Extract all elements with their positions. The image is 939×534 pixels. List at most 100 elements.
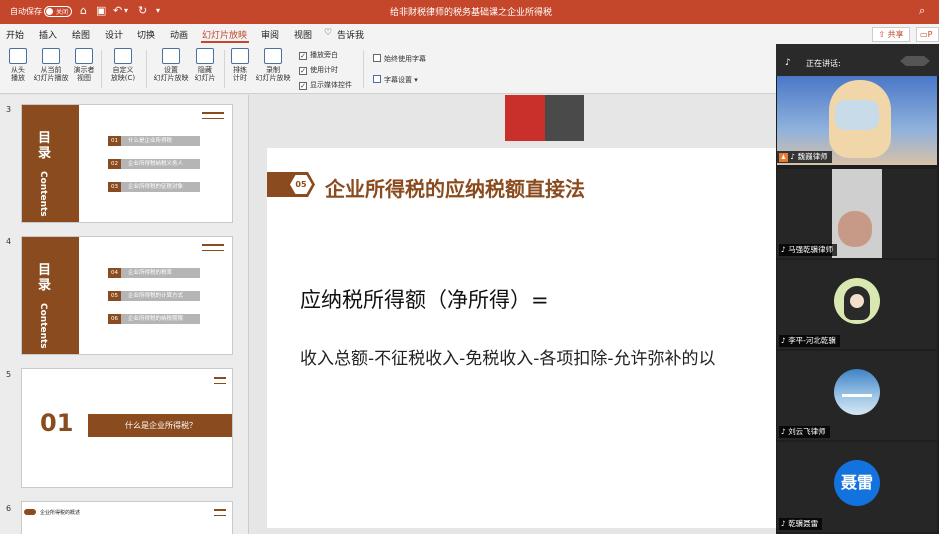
from-current-button[interactable]: 从当前 幻灯片播放 bbox=[32, 48, 70, 82]
tab-insert[interactable]: 插入 bbox=[39, 28, 57, 41]
chevron-down-icon: ▾ bbox=[414, 76, 418, 84]
checkmark-icon: ✓ bbox=[299, 52, 307, 60]
thumb-subheading: Contents bbox=[38, 171, 48, 217]
slide-thumbnail-panel[interactable]: 3 目录 Contents 01 什么是企业所得税 02 企业所得税纳税义务人 03… bbox=[0, 95, 249, 534]
custom-show-line1: 自定义 bbox=[112, 66, 134, 74]
always-subtitles-checkbox[interactable]: 始终使用字幕 bbox=[373, 54, 426, 64]
video-tile[interactable]: ♪ 李平-河北乾骥 bbox=[777, 260, 937, 349]
video-tile[interactable]: ♪ 马强乾骥律师 bbox=[777, 169, 937, 258]
more-icon[interactable]: ▾ bbox=[156, 4, 160, 18]
slide-thumbnail-5[interactable]: 01 什么是企业所得税？ bbox=[21, 368, 233, 488]
comments-button[interactable]: ▭P bbox=[916, 27, 939, 42]
play-narration-checkbox[interactable]: ✓ 播放旁白 bbox=[299, 50, 338, 60]
tab-review[interactable]: 审阅 bbox=[261, 28, 279, 41]
toggle-knob bbox=[46, 8, 53, 15]
formula-heading[interactable]: 应纳税所得额（净所得）= bbox=[300, 284, 549, 314]
participant-label: ♟ ♪ 魏巍律师 bbox=[777, 151, 832, 163]
thumb-side-band: 目录 Contents bbox=[22, 105, 79, 222]
formula-body[interactable]: 收入总额-不征税收入-免税收入-各项扣除-允许弥补的以 bbox=[300, 344, 716, 369]
tab-animations[interactable]: 动画 bbox=[170, 28, 188, 41]
section-number: 01 bbox=[40, 409, 74, 437]
media-controls-checkbox[interactable]: ✓ 显示媒体控件 bbox=[299, 80, 352, 90]
home-icon[interactable]: ⌂ bbox=[80, 4, 87, 18]
video-tile[interactable]: 聂雷 ♪ 乾骥聂雷 bbox=[777, 442, 937, 532]
video-tile[interactable]: ♟ ♪ 魏巍律师 bbox=[777, 76, 937, 165]
tab-design[interactable]: 设计 bbox=[105, 28, 123, 41]
participant-name: 魏巍律师 bbox=[797, 152, 828, 161]
undo-dropdown-icon[interactable]: ▾ bbox=[124, 4, 128, 18]
presenter-view-button[interactable]: 演示者 视图 bbox=[72, 48, 96, 82]
comment-label: P bbox=[927, 30, 933, 39]
speaking-label: 正在讲话: bbox=[806, 59, 841, 68]
subtitle-icon bbox=[373, 75, 381, 83]
setup-line1: 设置 bbox=[164, 66, 178, 74]
section-title-bar: 什么是企业所得税？ bbox=[88, 414, 232, 437]
participant-face bbox=[838, 211, 872, 247]
undo-icon[interactable]: ↶ bbox=[113, 4, 122, 18]
slide-thumbnail-6[interactable]: 企业所得税的概述 bbox=[21, 501, 233, 534]
slide-title[interactable]: 企业所得税的应纳税额直接法 bbox=[325, 173, 585, 202]
tab-draw[interactable]: 绘图 bbox=[72, 28, 90, 41]
from-current-line1: 从当前 bbox=[40, 66, 62, 74]
tab-view[interactable]: 视图 bbox=[294, 28, 312, 41]
thumb-heading: 目录 bbox=[38, 263, 52, 293]
record-line1: 录制 bbox=[266, 66, 280, 74]
toc-item: 04 企业所得税的税率 bbox=[108, 268, 200, 278]
subtitle-settings-label: 字幕设置 bbox=[384, 76, 412, 84]
view-switch-icon[interactable] bbox=[900, 56, 930, 66]
tab-home[interactable]: 开始 bbox=[6, 28, 24, 41]
rehearse-line2: 计时 bbox=[233, 74, 247, 82]
share-button[interactable]: ⇧ 共享 bbox=[872, 27, 910, 42]
redo-icon[interactable]: ↻ bbox=[138, 4, 147, 18]
hide-slide-button[interactable]: 隐藏 幻灯片 bbox=[192, 48, 218, 82]
active-tab-indicator bbox=[201, 41, 249, 43]
record-show-button[interactable]: 录制 幻灯片放映 bbox=[254, 48, 292, 82]
setup-icon bbox=[162, 48, 180, 64]
lightbulb-icon: ♡ bbox=[324, 28, 333, 38]
slide-thumbnail-4[interactable]: 目录 Contents 04 企业所得税的税率 05 企业所得税的计算方式 06 企业… bbox=[21, 236, 233, 355]
participant-name: 李平-河北乾骥 bbox=[788, 336, 836, 345]
use-timings-checkbox[interactable]: ✓ 使用计时 bbox=[299, 65, 338, 75]
setup-show-button[interactable]: 设置 幻灯片放映 bbox=[152, 48, 190, 82]
from-start-line2: 播放 bbox=[11, 74, 25, 82]
avatar bbox=[834, 278, 880, 324]
logo-icon bbox=[202, 112, 224, 119]
mic-icon: ♪ bbox=[785, 58, 791, 68]
from-start-button[interactable]: 从头 播放 bbox=[6, 48, 30, 82]
slide-editor[interactable]: 05 企业所得税的应纳税额直接法 应纳税所得额（净所得）= 收入总额-不征税收入… bbox=[250, 95, 776, 534]
avatar: 聂雷 bbox=[834, 460, 880, 506]
slide-thumbnail-3[interactable]: 目录 Contents 01 什么是企业所得税 02 企业所得税纳税义务人 03 企业… bbox=[21, 104, 233, 223]
share-icon: ⇧ bbox=[878, 30, 886, 39]
search-icon[interactable]: ⌕ bbox=[919, 4, 925, 18]
rehearse-timings-button[interactable]: 排练 计时 bbox=[229, 48, 251, 82]
participant-name: 马强乾骥律师 bbox=[788, 245, 834, 254]
participant-label: ♪ 马强乾骥律师 bbox=[779, 244, 838, 256]
participant-label: ♪ 刘云飞律师 bbox=[779, 426, 830, 438]
current-slide[interactable]: 05 企业所得税的应纳税额直接法 应纳税所得额（净所得）= 收入总额-不征税收入… bbox=[267, 148, 776, 528]
play-icon bbox=[9, 48, 27, 64]
rehearse-line1: 排练 bbox=[233, 66, 247, 74]
thumb-subheading: Contents bbox=[38, 303, 48, 349]
save-icon[interactable]: ▣ bbox=[96, 4, 106, 18]
autosave-state: 关闭 bbox=[56, 9, 69, 16]
slide-number: 3 bbox=[6, 105, 12, 114]
tell-me-search[interactable]: 告诉我 bbox=[337, 28, 364, 41]
hide-line1: 隐藏 bbox=[198, 66, 212, 74]
thumb-header-text: 企业所得税的概述 bbox=[40, 510, 81, 516]
toc-item: 06 企业所得税的纳税期限 bbox=[108, 314, 200, 324]
autosave-label: 自动保存 bbox=[10, 7, 42, 16]
record-line2: 幻灯片放映 bbox=[255, 74, 291, 82]
ribbon-divider bbox=[146, 50, 147, 88]
video-tile[interactable]: ♪ 刘云飞律师 bbox=[777, 351, 937, 440]
tab-slideshow[interactable]: 幻灯片放映 bbox=[202, 28, 247, 41]
stopwatch-icon bbox=[231, 48, 249, 64]
mic-icon: ♪ bbox=[781, 245, 786, 254]
always-subtitles-label: 始终使用字幕 bbox=[384, 55, 426, 63]
presenter-line2: 视图 bbox=[77, 74, 91, 82]
tab-transitions[interactable]: 切换 bbox=[137, 28, 155, 41]
slide-number: 6 bbox=[6, 504, 12, 513]
from-start-line1: 从头 bbox=[11, 66, 25, 74]
subtitle-settings-button[interactable]: 字幕设置 ▾ bbox=[373, 75, 418, 85]
autosave-toggle[interactable]: 关闭 bbox=[44, 6, 72, 17]
custom-show-button[interactable]: 自定义 放映(C) bbox=[107, 48, 139, 82]
